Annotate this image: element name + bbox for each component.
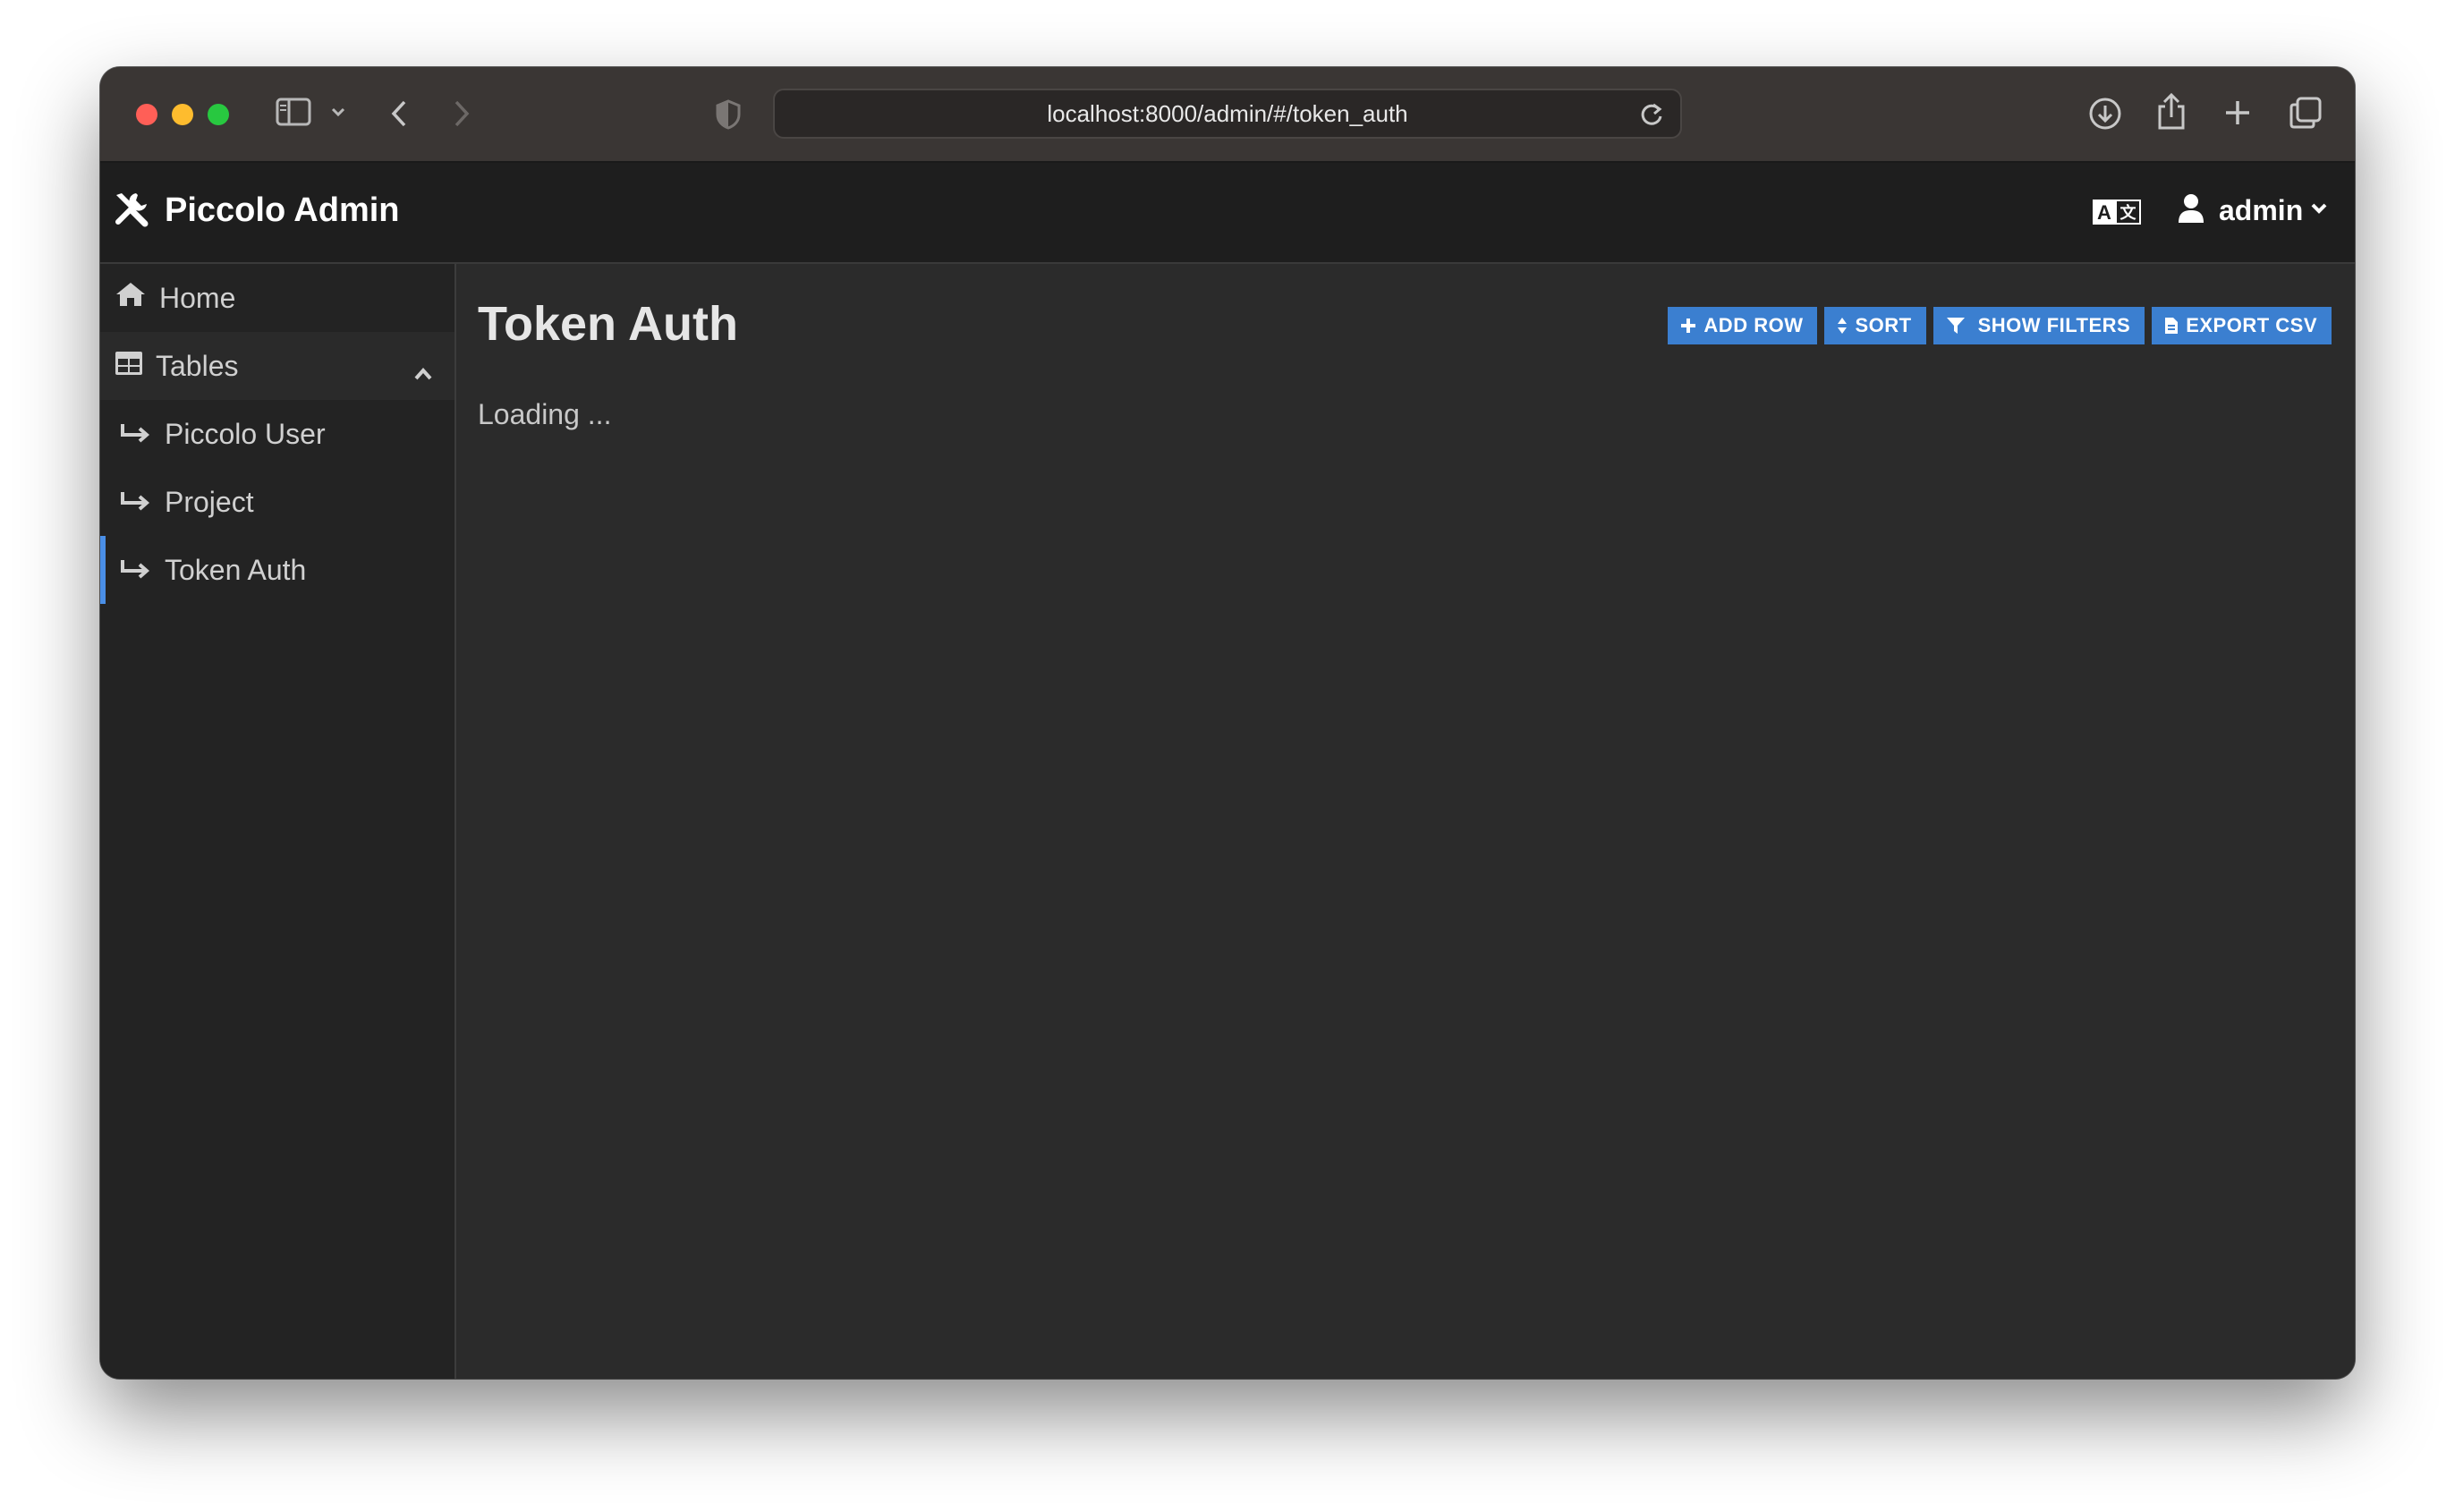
home-icon (115, 281, 147, 315)
translate-icon[interactable]: A 文 (2092, 199, 2142, 230)
arrow-right-icon (120, 554, 150, 587)
new-tab-icon[interactable] (2224, 99, 2251, 126)
arrow-right-icon (120, 486, 150, 519)
export-csv-button[interactable]: EXPORT CSV (2152, 307, 2332, 344)
loading-text: Loading ... (478, 398, 612, 430)
table-icon (115, 350, 143, 383)
sidebar-item-label: Tables (156, 349, 239, 382)
add-row-button[interactable]: ADD ROW (1668, 307, 1818, 344)
minimize-window-button[interactable] (172, 104, 193, 125)
export-csv-label: EXPORT CSV (2186, 314, 2317, 336)
sidebar-item-tables[interactable]: Tables (100, 332, 454, 400)
svg-text:文: 文 (2120, 203, 2137, 223)
sidebar-item-label: Project (165, 485, 254, 518)
close-window-button[interactable] (136, 104, 157, 125)
browser-toolbar: localhost:8000/admin/#/token_auth (100, 67, 2355, 163)
filter-icon (1946, 316, 1966, 336)
sidebar-item-home[interactable]: Home (100, 264, 454, 332)
table-toolbar: ADD ROW SORT SHOW FILTERS EXPORT CSV (1668, 307, 2332, 344)
sidebar-item-label: Piccolo User (165, 417, 326, 450)
sidebar-item-label: Home (159, 281, 236, 314)
file-icon (2164, 317, 2179, 335)
zoom-window-button[interactable] (208, 104, 229, 125)
brand-link[interactable]: Piccolo Admin (113, 190, 400, 232)
plus-icon (1680, 318, 1696, 334)
sort-label: SORT (1855, 314, 1912, 336)
user-name: admin (2219, 194, 2304, 226)
user-icon (2178, 193, 2204, 228)
main-content: Token Auth ADD ROW SORT SHOW FILTERS EXP… (456, 264, 2355, 1379)
sidebar-item-token-auth[interactable]: Token Auth (100, 536, 454, 604)
app-title: Piccolo Admin (165, 191, 400, 229)
sidebar-item-label: Token Auth (165, 553, 307, 586)
chevron-down-icon (2310, 202, 2328, 219)
privacy-shield-icon[interactable] (716, 99, 741, 130)
user-menu[interactable]: admin (2178, 193, 2328, 228)
sort-button[interactable]: SORT (1824, 307, 1926, 344)
chevron-down-icon[interactable] (331, 106, 345, 117)
back-icon[interactable] (390, 99, 408, 128)
forward-icon[interactable] (453, 99, 471, 128)
tools-icon (113, 190, 150, 232)
browser-window: localhost:8000/admin/#/token_auth Piccol… (100, 67, 2355, 1379)
sidebar: Home Tables Piccolo User Project Token A… (100, 264, 456, 1379)
sidebar-toggle-icon[interactable] (276, 98, 311, 126)
arrow-right-icon (120, 418, 150, 451)
sidebar-item-piccolo-user[interactable]: Piccolo User (100, 400, 454, 468)
app-header: Piccolo Admin A 文 admin (100, 163, 2355, 264)
reload-icon[interactable] (1639, 101, 1664, 132)
chevron-up-icon[interactable] (413, 355, 433, 388)
url-text: localhost:8000/admin/#/token_auth (1047, 99, 1408, 127)
add-row-label: ADD ROW (1703, 314, 1804, 336)
sort-icon (1837, 317, 1848, 335)
page-title: Token Auth (478, 297, 738, 351)
address-bar[interactable]: localhost:8000/admin/#/token_auth (773, 89, 1682, 139)
share-icon[interactable] (2156, 92, 2187, 132)
svg-text:A: A (2097, 201, 2111, 224)
show-filters-label: SHOW FILTERS (1977, 314, 2131, 336)
sidebar-item-project[interactable]: Project (100, 468, 454, 536)
show-filters-button[interactable]: SHOW FILTERS (1933, 307, 2145, 344)
downloads-icon[interactable] (2088, 97, 2122, 131)
tab-overview-icon[interactable] (2289, 96, 2323, 130)
